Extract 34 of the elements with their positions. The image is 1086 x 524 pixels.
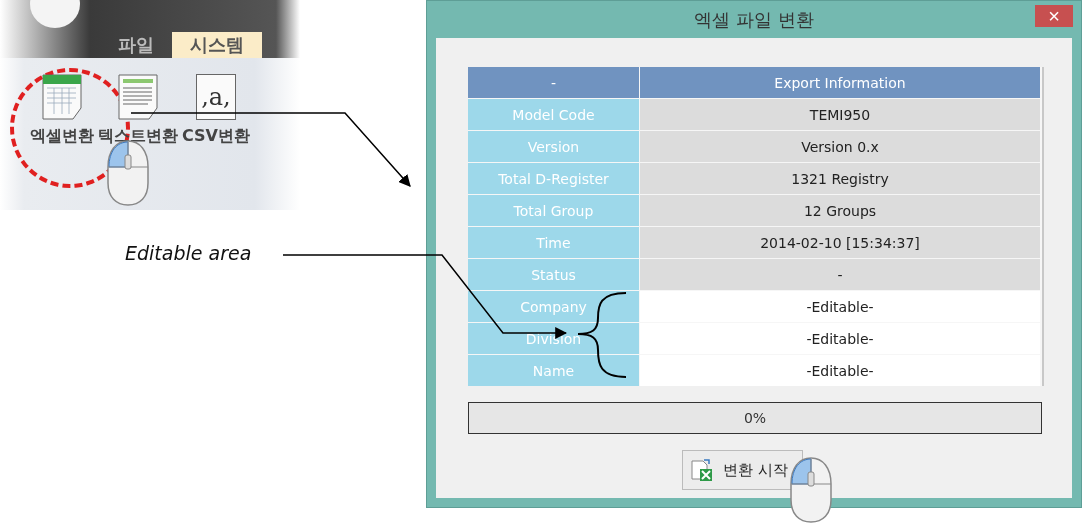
progress-text: 0%	[743, 410, 767, 426]
table-cell: -	[640, 259, 1040, 290]
ribbon-button[interactable]: ,a, CSV변환	[182, 74, 250, 147]
column-header: -	[468, 67, 639, 98]
table-cell: Version 0.x	[640, 131, 1040, 162]
start-button[interactable]: 변환 시작	[682, 450, 803, 490]
editable-cell[interactable]: -Editable-	[640, 291, 1040, 322]
row-label: Name	[468, 355, 639, 386]
annotation-label: Editable area	[125, 242, 252, 264]
row-label: Version	[468, 131, 639, 162]
row-label: Total D-Register	[468, 163, 639, 194]
ribbon-tab[interactable]: 시스템	[172, 32, 262, 58]
table-cell: 12 Groups	[640, 195, 1040, 226]
column-header: Export Information	[640, 67, 1040, 98]
excel-export-icon	[691, 458, 714, 482]
editable-cell[interactable]: -Editable-	[640, 323, 1040, 354]
document-icon	[118, 74, 158, 120]
csv-icon: ,a,	[195, 74, 236, 120]
ribbon-tab[interactable]: 파일	[100, 32, 172, 58]
close-button[interactable]: ×	[1035, 5, 1073, 27]
table-cell: 2014-02-10 [15:34:37]	[640, 227, 1040, 258]
window-title: 엑셀 파일 변환	[694, 7, 814, 32]
row-label: Company	[468, 291, 639, 322]
ribbon-button[interactable]: 엑셀변환	[30, 74, 94, 147]
row-label: Model Code	[468, 99, 639, 130]
table-cell: 1321 Registry	[640, 163, 1040, 194]
row-label: Time	[468, 227, 639, 258]
row-label: Total Group	[468, 195, 639, 226]
ribbon-button[interactable]: 텍스트변환	[98, 74, 178, 147]
spreadsheet-icon	[42, 74, 82, 120]
row-label: Status	[468, 259, 639, 290]
row-label: Division	[468, 323, 639, 354]
editable-cell[interactable]: -Editable-	[640, 355, 1040, 386]
table-cell: TEMI950	[640, 99, 1040, 130]
